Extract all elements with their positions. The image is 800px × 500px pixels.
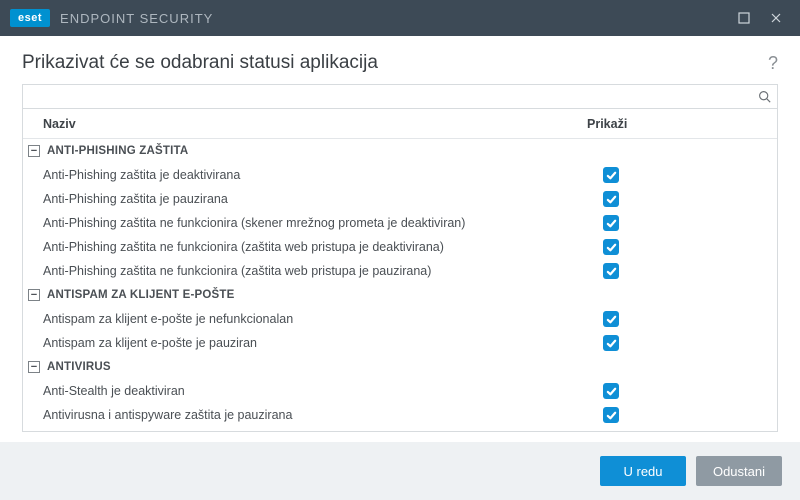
item-name: Anti-Stealth je deaktiviran [23,384,601,398]
table-row[interactable]: Anti-Phishing zaštita ne funkcionira (za… [23,259,777,283]
status-table: Naziv Prikaži −ANTI-PHISHING ZAŠTITAAnti… [22,108,778,432]
table-body[interactable]: −ANTI-PHISHING ZAŠTITAAnti-Phishing zašt… [23,139,777,431]
item-name: Antivirusna i antispyware zaštita je pau… [23,408,601,422]
item-name: Antispam za klijent e-pošte je nefunkcio… [23,312,601,326]
table-row[interactable]: Anti-Phishing zaštita ne funkcionira (sk… [23,211,777,235]
table-row[interactable]: Anti-Phishing zaštita je deaktivirana [23,163,777,187]
group-header[interactable]: −ANTISPAM ZA KLIJENT E-POŠTE [23,283,777,307]
show-checkbox[interactable] [603,407,619,423]
collapse-toggle-icon[interactable]: − [28,289,40,301]
item-name: Antispam za klijent e-pošte je pauziran [23,336,601,350]
show-checkbox[interactable] [603,215,619,231]
titlebar: eset ENDPOINT SECURITY [0,0,800,36]
table-row[interactable]: Anti-Phishing zaštita je pauzirana [23,187,777,211]
table-row[interactable]: Antispam za klijent e-pošte je nefunkcio… [23,307,777,331]
table-row[interactable]: Antivirusna i antispyware zaštita je pau… [23,403,777,427]
group-label: ANTISPAM ZA KLIJENT E-POŠTE [47,289,235,301]
page-header: Prikazivat će se odabrani statusi aplika… [0,36,800,84]
window-minimize-button[interactable] [728,4,760,32]
item-name: Anti-Phishing zaštita ne funkcionira (sk… [23,216,601,230]
show-checkbox[interactable] [603,239,619,255]
group-header[interactable]: −ANTI-PHISHING ZAŠTITA [23,139,777,163]
group-label: ANTIVIRUS [47,361,111,373]
table-row[interactable]: Antispam za klijent e-pošte je pauziran [23,331,777,355]
column-header-show[interactable]: Prikaži [587,117,763,131]
item-name: Anti-Phishing zaštita ne funkcionira (za… [23,264,601,278]
table-header: Naziv Prikaži [23,109,777,139]
search-row [22,84,778,108]
show-checkbox[interactable] [603,311,619,327]
search-input[interactable] [23,85,751,108]
minimize-icon [738,12,750,24]
cancel-button[interactable]: Odustani [696,456,782,486]
table-row[interactable]: Anti-Phishing zaštita ne funkcionira (za… [23,235,777,259]
help-button[interactable]: ? [768,53,778,74]
page-title: Prikazivat će se odabrani statusi aplika… [22,52,378,74]
group-label: ANTI-PHISHING ZAŠTITA [47,145,188,157]
item-name: Anti-Phishing zaštita je pauzirana [23,192,601,206]
group-header[interactable]: −ANTIVIRUS [23,355,777,379]
column-header-name[interactable]: Naziv [23,117,587,131]
brand-badge: eset [10,9,50,27]
close-icon [770,12,782,24]
show-checkbox[interactable] [603,167,619,183]
show-checkbox[interactable] [603,191,619,207]
show-checkbox[interactable] [603,263,619,279]
show-checkbox[interactable] [603,335,619,351]
brand-text: ENDPOINT SECURITY [60,11,213,26]
table-row[interactable]: Anti-Stealth je deaktiviran [23,379,777,403]
footer: U redu Odustani [0,442,800,500]
ok-button[interactable]: U redu [600,456,686,486]
collapse-toggle-icon[interactable]: − [28,145,40,157]
window-close-button[interactable] [760,4,792,32]
show-checkbox[interactable] [603,383,619,399]
collapse-toggle-icon[interactable]: − [28,361,40,373]
search-icon[interactable] [751,90,777,103]
item-name: Anti-Phishing zaštita ne funkcionira (za… [23,240,601,254]
content: Naziv Prikaži −ANTI-PHISHING ZAŠTITAAnti… [0,84,800,442]
item-name: Anti-Phishing zaštita je deaktivirana [23,168,601,182]
